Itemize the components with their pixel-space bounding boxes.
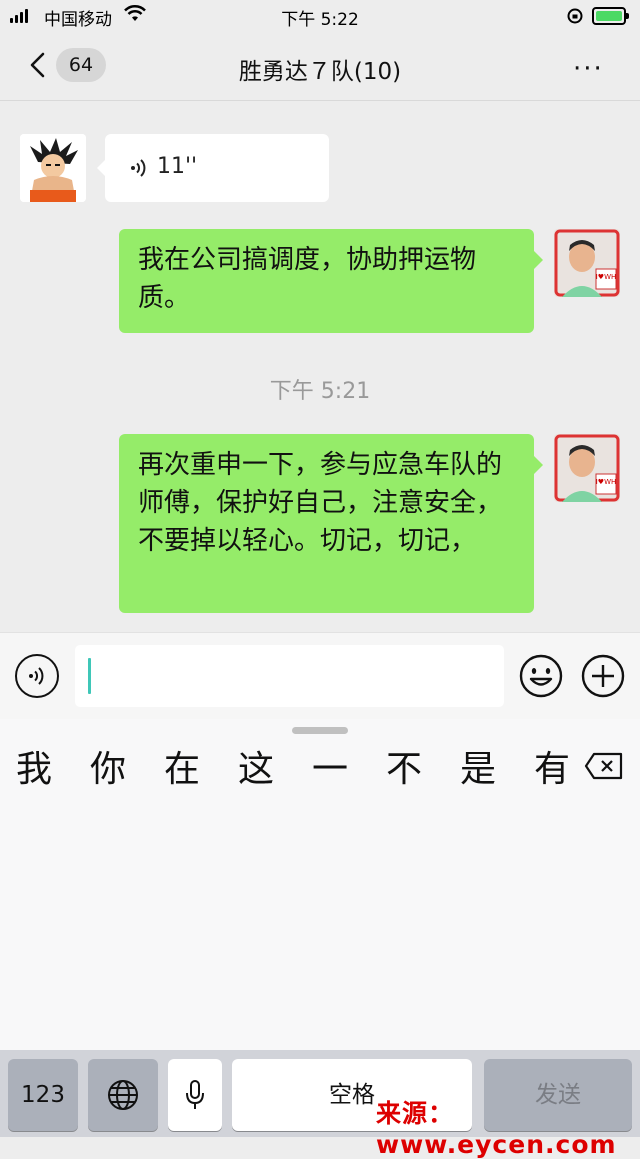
voice-message-bubble[interactable]: 11'' xyxy=(97,134,329,202)
microphone-icon xyxy=(186,1080,204,1109)
candidate-word[interactable]: 我 xyxy=(16,740,52,792)
candidate-bar: 我 你 在 这 一 不 是 有 xyxy=(0,740,640,796)
candidate-word[interactable]: 你 xyxy=(90,740,126,792)
more-icon[interactable]: ··· xyxy=(573,54,604,84)
candidate-word[interactable]: 是 xyxy=(460,740,496,792)
microphone-key[interactable] xyxy=(168,1059,222,1131)
globe-icon xyxy=(108,1080,138,1110)
text-cursor xyxy=(88,658,91,694)
status-bar: 中国移动 下午 5:22 xyxy=(0,0,640,32)
candidate-word[interactable]: 有 xyxy=(534,740,570,792)
voice-icon xyxy=(29,667,44,685)
delete-key-icon[interactable] xyxy=(584,752,624,780)
message-timestamp: 下午 5:21 xyxy=(269,379,371,404)
avatar[interactable] xyxy=(20,134,86,202)
message-text: 我在公司搞调度，协助押运物质。 xyxy=(138,245,477,313)
keyboard-drag-handle[interactable] xyxy=(292,727,348,734)
message-text: 再次重申一下，参与应急车队的师傅，保护好自己，注意安全，不要掉以轻心。切记，切记… xyxy=(138,450,503,556)
watermark: 来源：www.eycen.com xyxy=(376,1099,617,1159)
voice-duration: 11'' xyxy=(157,154,198,179)
voice-input-button[interactable] xyxy=(15,654,59,698)
candidate-word[interactable]: 在 xyxy=(164,740,200,792)
avatar[interactable]: I♥WH xyxy=(554,229,620,297)
message-input[interactable] xyxy=(75,645,504,707)
svg-text:I♥WH: I♥WH xyxy=(596,478,617,486)
emoji-icon[interactable] xyxy=(519,654,563,698)
candidate-word[interactable]: 不 xyxy=(386,740,422,792)
rotation-lock-icon xyxy=(566,7,584,30)
voice-icon xyxy=(127,156,151,180)
battery-icon xyxy=(592,7,629,25)
sent-message-bubble[interactable]: 再次重申一下，参与应急车队的师傅，保护好自己，注意安全，不要掉以轻心。切记，切记… xyxy=(119,434,543,613)
status-time: 下午 5:22 xyxy=(281,10,359,30)
candidate-word[interactable]: 这 xyxy=(238,740,274,792)
globe-key[interactable] xyxy=(88,1059,158,1131)
chat-title: 胜勇达７队(10) xyxy=(238,59,402,85)
svg-text:I♥WH: I♥WH xyxy=(596,273,617,281)
plus-icon[interactable] xyxy=(581,654,625,698)
numbers-key[interactable]: 123 xyxy=(8,1059,78,1131)
sent-message-bubble[interactable]: 我在公司搞调度，协助押运物质。 xyxy=(119,229,543,333)
candidate-word[interactable]: 一 xyxy=(312,740,348,792)
avatar[interactable]: I♥WH xyxy=(554,434,620,502)
